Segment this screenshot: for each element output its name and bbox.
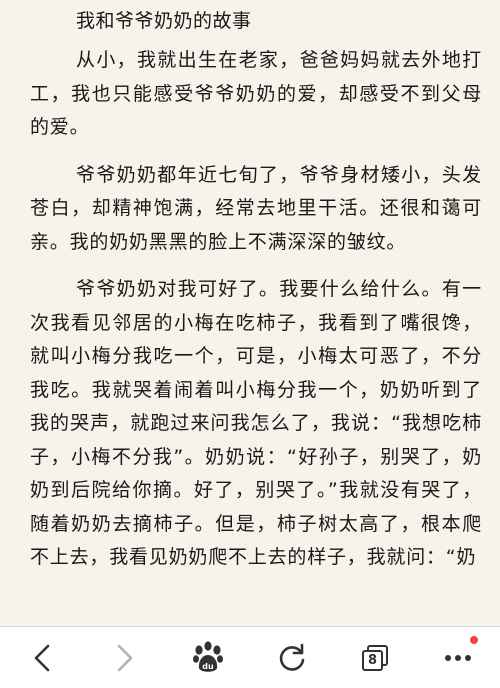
home-logo-text: du xyxy=(203,662,215,671)
home-button[interactable]: du xyxy=(178,628,238,688)
chevron-left-icon xyxy=(34,644,49,671)
tabs-button[interactable]: 8 xyxy=(345,628,405,688)
chevron-right-icon xyxy=(117,644,133,671)
article-paragraph: 爷爷奶奶都年近七旬了，爷爷身材矮小，头发苍白，却精神饱满，经常去地里干活。还很和… xyxy=(30,163,482,253)
baidu-paw-icon: du xyxy=(193,640,224,672)
article-paragraph: 爷爷奶奶对我可好了。我要什么给什么。有一次我看见邻居的小梅在吃柿子，我看到了嘴很… xyxy=(30,278,482,568)
forward-button[interactable] xyxy=(95,628,155,688)
refresh-button[interactable] xyxy=(262,628,322,688)
more-icon xyxy=(445,654,472,661)
article-paragraph: 从小，我就出生在老家，爸爸妈妈就去外地打工，我也只能感受爷爷奶奶的爱，却感受不到… xyxy=(30,49,482,138)
back-button[interactable] xyxy=(12,628,72,688)
notification-dot xyxy=(470,635,479,644)
browser-bottom-toolbar: du 8 xyxy=(0,626,500,688)
article-title: 我和爷爷奶奶的故事 xyxy=(76,10,252,32)
article-content: 我和爷爷奶奶的故事 从小，我就出生在老家，爸爸妈妈就去外地打工，我也只能感受爷爷… xyxy=(0,0,500,626)
refresh-icon xyxy=(279,643,304,671)
menu-button[interactable] xyxy=(428,628,488,688)
tab-count: 8 xyxy=(367,652,377,668)
